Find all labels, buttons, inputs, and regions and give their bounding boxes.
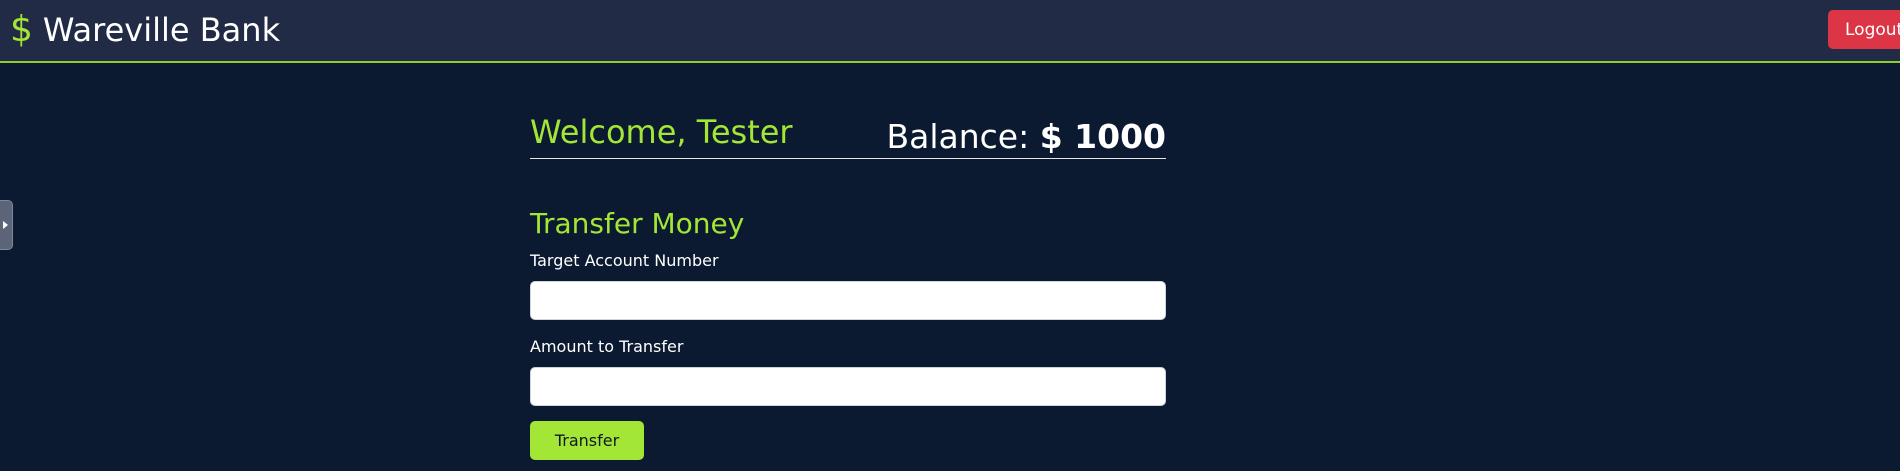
side-panel-toggle[interactable] (0, 200, 13, 250)
welcome-row: Welcome, Tester Balance: $ 1000 (530, 100, 1166, 159)
navbar: $ Wareville Bank Logout (0, 0, 1900, 63)
transfer-title: Transfer Money (530, 207, 745, 240)
dollar-icon: $ (10, 9, 33, 50)
target-account-input[interactable] (530, 281, 1166, 320)
transfer-button[interactable]: Transfer (530, 421, 644, 460)
brand[interactable]: $ Wareville Bank (10, 8, 280, 52)
amount-input[interactable] (530, 367, 1166, 406)
logout-button[interactable]: Logout (1828, 10, 1900, 49)
main-content: Welcome, Tester Balance: $ 1000 Transfer… (530, 100, 1166, 460)
brand-name: Wareville Bank (42, 11, 281, 49)
balance-amount: $ 1000 (1039, 117, 1166, 156)
welcome-heading: Welcome, Tester (530, 113, 793, 151)
balance-display: Balance: $ 1000 (886, 118, 1166, 156)
target-account-label: Target Account Number (530, 251, 719, 270)
balance-label: Balance: (886, 117, 1030, 156)
amount-label: Amount to Transfer (530, 337, 684, 356)
